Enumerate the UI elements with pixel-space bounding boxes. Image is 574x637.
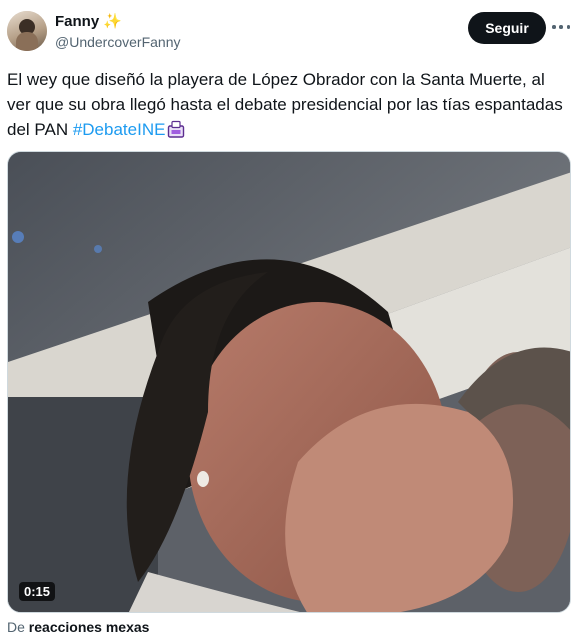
attribution-source-link[interactable]: reacciones mexas (29, 619, 150, 635)
video-player[interactable]: 0:15 (7, 151, 571, 613)
media-attribution: De reacciones mexas (7, 619, 149, 635)
avatar[interactable] (7, 11, 47, 51)
author-name-row[interactable]: Fanny ✨ (55, 12, 122, 30)
video-duration-badge: 0:15 (19, 582, 56, 601)
video-frame (8, 152, 570, 612)
attribution-prefix: De (7, 619, 25, 635)
author-display-name[interactable]: Fanny (55, 13, 99, 30)
tweet-text: El wey que diseñó la playera de López Ob… (7, 67, 567, 142)
author-handle[interactable]: @UndercoverFanny (55, 34, 181, 50)
tweet-header: Fanny ✨ @UndercoverFanny Seguir (0, 0, 574, 62)
follow-button[interactable]: Seguir (468, 12, 546, 44)
ballot-box-icon (168, 120, 185, 138)
sparkle-icon: ✨ (103, 12, 122, 30)
hashtag-link[interactable]: #DebateINE (73, 120, 166, 139)
more-horizontal-icon[interactable] (552, 18, 570, 36)
